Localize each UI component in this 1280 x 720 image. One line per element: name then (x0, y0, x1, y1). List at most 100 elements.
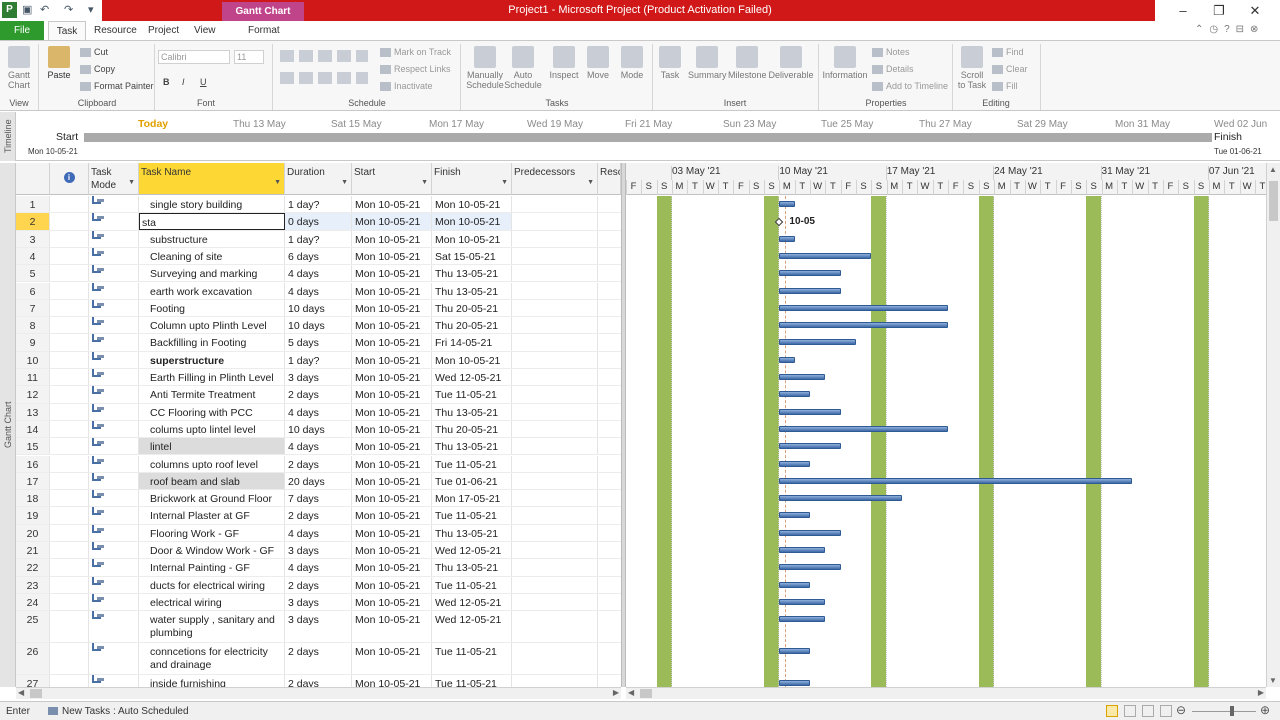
finish-cell[interactable]: Mon 10-05-21 (432, 213, 512, 230)
start-cell[interactable]: Mon 10-05-21 (352, 507, 432, 524)
predecessors-cell[interactable] (512, 265, 598, 282)
task-mode-cell[interactable] (89, 334, 139, 351)
task-mode-cell[interactable] (89, 282, 139, 299)
row-id[interactable]: 19 (16, 507, 50, 524)
row-id[interactable]: 26 (16, 643, 50, 675)
header-start[interactable]: Start ▼ (352, 163, 432, 195)
duration-cell[interactable]: 4 days (285, 524, 352, 541)
finish-cell[interactable]: Thu 13-05-21 (432, 403, 512, 420)
row-id[interactable]: 10 (16, 351, 50, 368)
task-name-cell[interactable]: Internal Painting - GF (139, 559, 285, 576)
start-cell[interactable]: Mon 10-05-21 (352, 265, 432, 282)
table-row[interactable]: 9 Backfilling in Footing 5 days Mon 10-05-2… (16, 334, 621, 352)
scroll-right-icon[interactable]: ▶ (613, 688, 619, 697)
duration-cell[interactable]: 4 days (285, 438, 352, 455)
task-name-cell[interactable]: superstructure (139, 351, 285, 368)
finish-cell[interactable]: Mon 10-05-21 (432, 351, 512, 368)
font-size-select[interactable]: 11 (234, 50, 264, 64)
respect-links-button[interactable]: Respect Links (380, 61, 451, 77)
predecessors-cell[interactable] (512, 386, 598, 403)
milestone-button[interactable]: Milestone (728, 46, 767, 80)
scroll-thumb[interactable] (640, 689, 652, 698)
duration-cell[interactable]: 3 days (285, 369, 352, 386)
duration-cell[interactable]: 7 days (285, 490, 352, 507)
minimize-icon[interactable]: – (1165, 0, 1201, 21)
task-mode-cell[interactable] (89, 643, 139, 675)
row-id[interactable]: 12 (16, 386, 50, 403)
resource-cell[interactable] (598, 213, 621, 229)
row-id[interactable]: 20 (16, 524, 50, 541)
finish-cell[interactable]: Sat 15-05-21 (432, 247, 512, 265)
start-cell[interactable]: Mon 10-05-21 (352, 524, 432, 541)
start-cell[interactable]: Mon 10-05-21 (352, 196, 432, 213)
task-bar[interactable] (779, 443, 841, 450)
redo-icon[interactable]: ↷ (64, 3, 77, 17)
format-painter-button[interactable]: Format Painter (80, 78, 154, 94)
find-button[interactable]: Find (992, 44, 1024, 60)
task-name-cell[interactable]: single story building (139, 196, 285, 213)
header-resource[interactable]: Reso (598, 163, 621, 195)
view-splitter[interactable] (621, 163, 626, 687)
table-row[interactable]: 13 CC Flooring with PCC 4 days Mon 10-05-21… (16, 403, 621, 421)
move-button[interactable]: Move (582, 46, 614, 80)
table-row[interactable]: 19 Internal Plaster at GF 2 days Mon 10-05-… (16, 507, 621, 525)
filter-arrow-icon[interactable]: ▼ (587, 176, 594, 189)
filter-arrow-icon[interactable]: ▼ (421, 176, 428, 189)
task-bar[interactable] (779, 356, 795, 363)
task-bar[interactable] (779, 512, 811, 519)
resource-cell[interactable] (598, 611, 621, 642)
task-name-cell[interactable]: columns upto roof level (139, 455, 285, 472)
cut-button[interactable]: Cut (80, 44, 108, 60)
finish-cell[interactable]: Thu 13-05-21 (432, 524, 512, 541)
zoom-slider-thumb[interactable] (1230, 706, 1234, 716)
scroll-right-icon[interactable]: ▶ (1258, 688, 1264, 697)
finish-cell[interactable]: Mon 10-05-21 (432, 196, 512, 213)
fill-button[interactable]: Fill (992, 78, 1018, 94)
task-mode-cell[interactable] (89, 369, 139, 386)
table-row[interactable]: 15 lintel 4 days Mon 10-05-21 Thu 13-05-21 (16, 438, 621, 456)
task-usage-icon[interactable] (1124, 705, 1136, 717)
table-row[interactable]: 21 Door & Window Work - GF 3 days Mon 10-05… (16, 542, 621, 560)
predecessors-cell[interactable] (512, 559, 598, 576)
duration-cell[interactable]: 2 days (285, 455, 352, 472)
finish-cell[interactable]: Tue 11-05-21 (432, 386, 512, 403)
task-bar[interactable] (779, 201, 795, 207)
filter-arrow-icon[interactable]: ▼ (341, 176, 348, 189)
start-cell[interactable]: Mon 10-05-21 (352, 438, 432, 455)
header-duration[interactable]: Duration ▼ (285, 163, 352, 195)
table-row[interactable]: 18 Brickwork at Ground Floor 7 days Mon 10-… (16, 490, 621, 508)
duration-cell[interactable]: 2 days (285, 576, 352, 593)
task-name-cell[interactable]: Internal Plaster at GF (139, 507, 285, 524)
predecessors-cell[interactable] (512, 593, 598, 611)
row-id[interactable]: 22 (16, 559, 50, 576)
row-id[interactable]: 5 (16, 265, 50, 282)
predecessors-cell[interactable] (512, 438, 598, 455)
task-mode-cell[interactable] (89, 265, 139, 282)
start-cell[interactable]: Mon 10-05-21 (352, 455, 432, 472)
header-task-mode[interactable]: Task Mode ▼ (89, 163, 139, 195)
table-row[interactable]: 25 water supply , sanitary and plumbing 3 … (16, 611, 621, 644)
resource-cell[interactable] (598, 594, 621, 610)
predecessors-cell[interactable] (512, 420, 598, 438)
italic-button[interactable]: I (182, 74, 185, 90)
predecessors-cell[interactable] (512, 490, 598, 507)
task-name-cell[interactable]: lintel (139, 438, 285, 455)
duration-cell[interactable]: 3 days (285, 542, 352, 559)
bold-button[interactable]: B (163, 74, 170, 90)
resource-cell[interactable] (598, 283, 621, 299)
duration-cell[interactable]: 10 days (285, 420, 352, 438)
chart-horizontal-scrollbar[interactable]: ◀ ▶ (626, 687, 1266, 699)
resource-cell[interactable] (598, 404, 621, 420)
help-icons[interactable]: ⌃◷?⊟⊗ (1195, 24, 1264, 35)
row-id[interactable]: 18 (16, 490, 50, 507)
predecessors-cell[interactable] (512, 643, 598, 675)
predecessors-cell[interactable] (512, 472, 598, 490)
mark-on-track-button[interactable]: Mark on Track (380, 44, 451, 60)
task-name-cell[interactable]: Surveying and marking (139, 265, 285, 282)
task-mode-cell[interactable] (89, 490, 139, 507)
clear-button[interactable]: Clear (992, 61, 1028, 77)
task-mode-cell[interactable] (89, 196, 139, 213)
finish-cell[interactable]: Tue 11-05-21 (432, 576, 512, 593)
duration-cell[interactable]: 3 days (285, 611, 352, 643)
start-cell[interactable]: Mon 10-05-21 (352, 282, 432, 299)
